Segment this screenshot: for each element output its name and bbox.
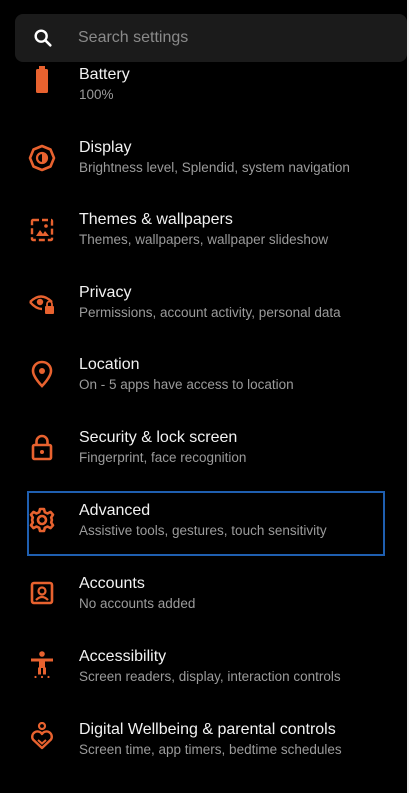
settings-item-subtitle: 100%	[79, 87, 114, 102]
battery-icon	[36, 66, 48, 93]
accessibility-icon	[31, 651, 53, 678]
settings-item-subtitle: Permissions, account activity, personal …	[79, 305, 341, 320]
settings-item-subtitle: No accounts added	[79, 596, 196, 611]
settings-item-subtitle: Brightness level, Splendid, system navig…	[79, 160, 350, 175]
settings-item-subtitle: Fingerprint, face recognition	[79, 450, 247, 465]
settings-item-accessibility[interactable]: Accessibility Screen readers, display, i…	[0, 646, 407, 718]
settings-item-subtitle: Screen readers, display, interaction con…	[79, 669, 341, 684]
search-bar[interactable]: Search settings	[15, 14, 407, 62]
display-brightness-icon	[28, 144, 56, 172]
settings-item-display[interactable]: Display Brightness level, Splendid, syst…	[0, 135, 407, 207]
settings-item-subtitle: On - 5 apps have access to location	[79, 377, 294, 392]
wallpaper-icon	[30, 218, 54, 242]
settings-item-title: Display	[79, 139, 132, 156]
settings-item-advanced[interactable]: Advanced Assistive tools, gestures, touc…	[0, 500, 407, 572]
settings-item-title: Digital Wellbeing & parental controls	[79, 721, 336, 738]
settings-item-subtitle: Assistive tools, gestures, touch sensiti…	[79, 523, 327, 538]
lock-icon	[31, 434, 53, 461]
settings-item-accounts[interactable]: Accounts No accounts added	[0, 573, 407, 645]
location-pin-icon	[31, 360, 53, 388]
settings-item-subtitle: Themes, wallpapers, wallpaper slideshow	[79, 232, 329, 247]
settings-item-title: Location	[79, 356, 140, 373]
settings-item-title: Security & lock screen	[79, 429, 238, 446]
settings-item-title: Advanced	[79, 502, 151, 519]
account-icon	[30, 581, 54, 605]
settings-item-subtitle: Screen time, app timers, bedtime schedul…	[79, 742, 342, 757]
search-icon	[34, 29, 52, 47]
settings-item-title: Battery	[79, 66, 130, 83]
settings-item-title: Accessibility	[79, 648, 167, 665]
settings-item-title: Privacy	[79, 284, 132, 301]
settings-item-security[interactable]: Security & lock screen Fingerprint, face…	[0, 427, 407, 499]
settings-item-battery[interactable]: Battery 100%	[0, 60, 407, 132]
settings-item-title: Themes & wallpapers	[79, 211, 233, 228]
privacy-eye-lock-icon	[29, 295, 54, 314]
search-input[interactable]: Search settings	[78, 29, 188, 47]
settings-item-themes[interactable]: Themes & wallpapers Themes, wallpapers, …	[0, 208, 407, 280]
settings-screen: Search settings Battery 100% Display Bri…	[0, 0, 407, 793]
gear-icon	[29, 507, 55, 533]
settings-item-location[interactable]: Location On - 5 apps have access to loca…	[0, 354, 407, 426]
settings-item-privacy[interactable]: Privacy Permissions, account activity, p…	[0, 281, 407, 353]
settings-item-title: Accounts	[79, 575, 145, 592]
settings-item-digital-wellbeing[interactable]: Digital Wellbeing & parental controls Sc…	[0, 719, 407, 791]
wellbeing-heart-icon	[31, 722, 53, 750]
